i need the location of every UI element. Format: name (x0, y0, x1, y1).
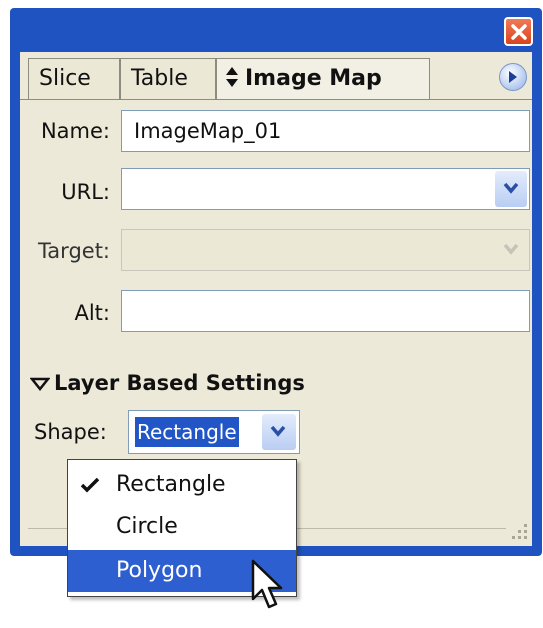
chevron-down-icon (503, 182, 519, 194)
shape-select-value: Rectangle (135, 417, 239, 447)
shape-select[interactable]: Rectangle (128, 410, 300, 454)
name-field[interactable]: ImageMap_01 (121, 110, 530, 152)
collapse-triangle-icon (29, 377, 51, 392)
target-label: Target: (37, 239, 110, 263)
option-rectangle-label: Rectangle (116, 472, 226, 497)
option-polygon-label: Polygon (116, 558, 203, 583)
shape-dropdown-button[interactable] (262, 414, 296, 450)
mouse-pointer-icon (251, 559, 283, 609)
close-button[interactable] (504, 17, 533, 46)
tab-table[interactable]: Table (120, 58, 216, 100)
url-dropdown-button[interactable] (495, 171, 527, 207)
target-field (121, 229, 530, 271)
layer-settings-title: Layer Based Settings (54, 371, 305, 395)
close-icon (511, 24, 527, 40)
chevron-down-icon (270, 425, 286, 437)
resize-grip-icon[interactable] (502, 522, 530, 542)
alt-field[interactable] (121, 290, 530, 332)
tab-image-map[interactable]: Image Map (216, 58, 430, 100)
tab-image-map-label: Image Map (245, 66, 382, 91)
layer-settings-header[interactable]: Layer Based Settings (29, 371, 305, 395)
option-circle[interactable]: Circle (68, 506, 296, 548)
shape-label: Shape: (34, 420, 107, 444)
url-field[interactable] (121, 168, 530, 210)
checkmark-icon (80, 477, 100, 493)
url-label: URL: (61, 180, 110, 204)
alt-label: Alt: (74, 301, 110, 325)
name-label: Name: (40, 119, 110, 143)
chevron-down-icon (503, 243, 519, 255)
menu-arrow-icon (509, 71, 517, 83)
option-circle-label: Circle (116, 514, 178, 539)
option-rectangle[interactable]: Rectangle (68, 464, 296, 506)
tab-slice[interactable]: Slice (28, 58, 120, 100)
panel-menu-button[interactable] (499, 63, 527, 91)
tab-slice-label: Slice (39, 66, 91, 91)
up-down-arrows-icon (226, 67, 238, 87)
tab-divider (20, 99, 532, 100)
target-dropdown-button (495, 232, 527, 268)
tab-table-label: Table (131, 66, 188, 91)
